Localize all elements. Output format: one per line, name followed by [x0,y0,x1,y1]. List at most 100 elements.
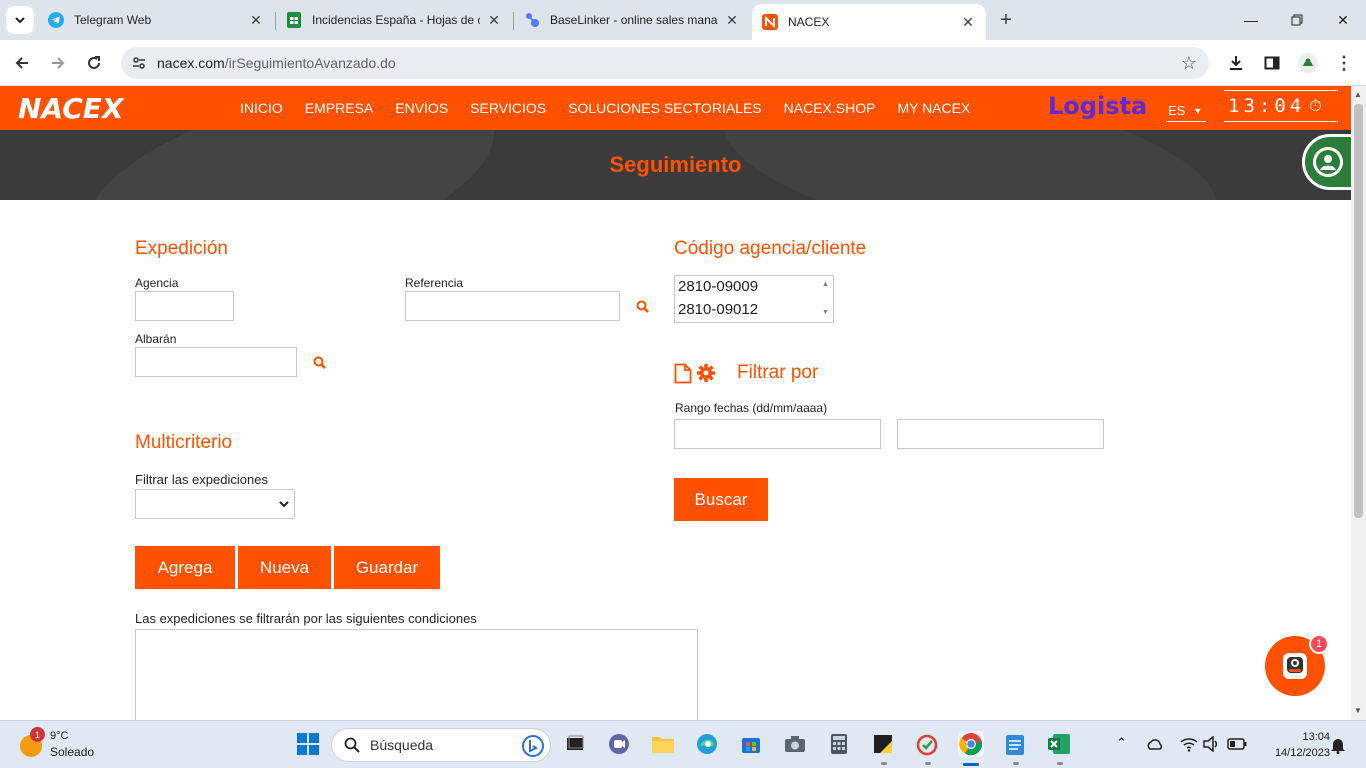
bookmark-star-icon[interactable]: ☆ [1181,53,1197,74]
nav-soluciones[interactable]: SOLUCIONES SECTORIALES [568,100,761,116]
chrome-button[interactable] [958,731,984,757]
codigo-heading: Código agencia/cliente [674,238,867,259]
codigo-listbox[interactable]: 2810-09009 2810-09012 ▲ ▼ [674,275,834,323]
sync-cloud-icon[interactable] [1146,736,1164,754]
fecha-hasta-input[interactable] [897,419,1104,449]
document-icon[interactable] [674,363,692,384]
tab-incidencias[interactable]: Incidencias España - Hojas de cálculo ✕ [276,4,512,36]
site-settings-icon[interactable] [125,49,153,77]
baselinker-icon [524,12,540,28]
tab-search-button[interactable] [6,6,34,34]
buscar-button[interactable]: Buscar [674,478,768,521]
close-icon[interactable]: ✕ [486,12,502,28]
chevron-up-icon[interactable]: ⌃ [1116,735,1127,751]
minimize-button[interactable]: — [1228,0,1274,40]
scroll-down-icon[interactable]: ▼ [1354,706,1362,715]
browser-menu-button[interactable]: ⋮ [1330,49,1358,77]
task-view-button[interactable] [562,731,588,757]
address-bar[interactable]: nacex.com/irSeguimientoAvanzado.do ☆ [121,47,1209,79]
nav-my-nacex[interactable]: MY NACEX [897,100,970,116]
close-window-button[interactable]: ✕ [1320,0,1366,40]
more-vertical-icon: ⋮ [1335,52,1353,73]
running-indicator [881,762,887,765]
agencia-input[interactable] [135,291,234,321]
side-panel-button[interactable] [1258,49,1286,77]
weather-temp: 9°C [50,730,69,742]
notepad-button[interactable] [1002,731,1028,757]
nueva-button[interactable]: Nueva [238,546,331,589]
nav-nacex-shop[interactable]: NACEX.SHOP [784,100,876,116]
nav-inicio[interactable]: INICIO [240,100,283,116]
albaran-label: Albarán [135,332,177,346]
scroll-up-icon[interactable]: ▲ [1354,90,1362,99]
agrega-button[interactable]: Agrega [135,546,235,589]
downloads-button[interactable] [1222,49,1250,77]
scroll-down-icon[interactable]: ▼ [822,309,829,316]
calculator-button[interactable] [826,731,852,757]
tab-telegram[interactable]: Telegram Web ✕ [38,4,274,36]
forward-button[interactable] [44,49,72,77]
weather-widget[interactable]: 1 9°C Soleado [18,727,108,763]
store-button[interactable] [738,731,764,757]
search-icon[interactable] [635,299,651,315]
nav-servicios[interactable]: SERVICIOS [470,100,546,116]
user-account-button[interactable] [1302,134,1351,190]
back-button[interactable] [8,49,36,77]
search-icon[interactable] [312,355,328,371]
scrollbar-thumb[interactable] [1354,104,1363,518]
nav-empresa[interactable]: EMPRESA [305,100,373,116]
sheets-icon [286,12,302,28]
reload-button[interactable] [80,49,108,77]
store-icon [742,738,760,753]
codigo-option[interactable]: 2810-09009 [675,276,833,299]
logista-logo[interactable]: Logista [1048,92,1147,120]
page-scrollbar[interactable]: ▲ ▼ [1351,86,1366,720]
arrow-left-icon [15,57,28,69]
conditions-textarea[interactable] [135,629,698,720]
start-button[interactable] [295,731,321,757]
battery-icon[interactable] [1227,737,1247,751]
close-icon[interactable]: ✕ [248,12,264,28]
sticky-notes-button[interactable] [870,731,896,757]
guardar-button[interactable]: Guardar [334,546,440,589]
chat-bot-icon [1283,653,1307,679]
speaker-icon[interactable] [1203,736,1221,752]
expedicion-heading: Expedición [135,238,228,259]
tab-nacex[interactable]: NACEX ✕ [752,4,986,40]
scroll-up-icon[interactable]: ▲ [822,281,829,288]
taskbar-search[interactable]: Búsqueda [331,728,551,762]
header-clock: 13:04 ⏱ [1224,90,1338,122]
albaran-input[interactable] [135,347,297,377]
notification-bell-icon[interactable] [1330,736,1346,754]
weather-condition: Soleado [50,745,95,759]
edge-button[interactable] [694,731,720,757]
referencia-input[interactable] [405,291,620,321]
system-date: 14/12/2023 [1274,747,1330,759]
edge-icon [697,734,717,754]
todo-button[interactable] [914,731,940,757]
close-icon[interactable]: ✕ [724,12,740,28]
file-explorer-button[interactable] [650,731,676,757]
wifi-icon[interactable] [1180,736,1198,752]
system-clock[interactable]: 13:04 14/12/2023 [1258,729,1330,761]
excel-button[interactable] [1046,731,1072,757]
nav-envios[interactable]: ENVÍOS [395,100,448,116]
bing-icon [522,735,544,757]
language-selector[interactable]: ES ▼ [1166,100,1206,122]
filtrar-expediciones-select[interactable] [135,489,295,519]
tab-baselinker[interactable]: BaseLinker - online sales manager ✕ [514,4,750,36]
site-nav-bar: NACEX INICIO EMPRESA ENVÍOS SERVICIOS SO… [0,86,1351,130]
teams-chat-button[interactable] [606,731,632,757]
nacex-logo[interactable]: NACEX [18,92,124,125]
running-indicator [1057,762,1063,765]
camera-button[interactable] [782,731,808,757]
codigo-option[interactable]: 2810-09012 [675,299,833,322]
close-icon[interactable]: ✕ [960,14,976,30]
profile-button[interactable] [1294,49,1322,77]
fecha-desde-input[interactable] [674,419,881,449]
new-tab-button[interactable]: + [994,8,1018,32]
gear-icon[interactable] [696,363,716,383]
camera-icon [785,736,805,752]
listbox-scrollbar[interactable]: ▲ ▼ [817,276,833,322]
restore-button[interactable] [1274,0,1320,40]
